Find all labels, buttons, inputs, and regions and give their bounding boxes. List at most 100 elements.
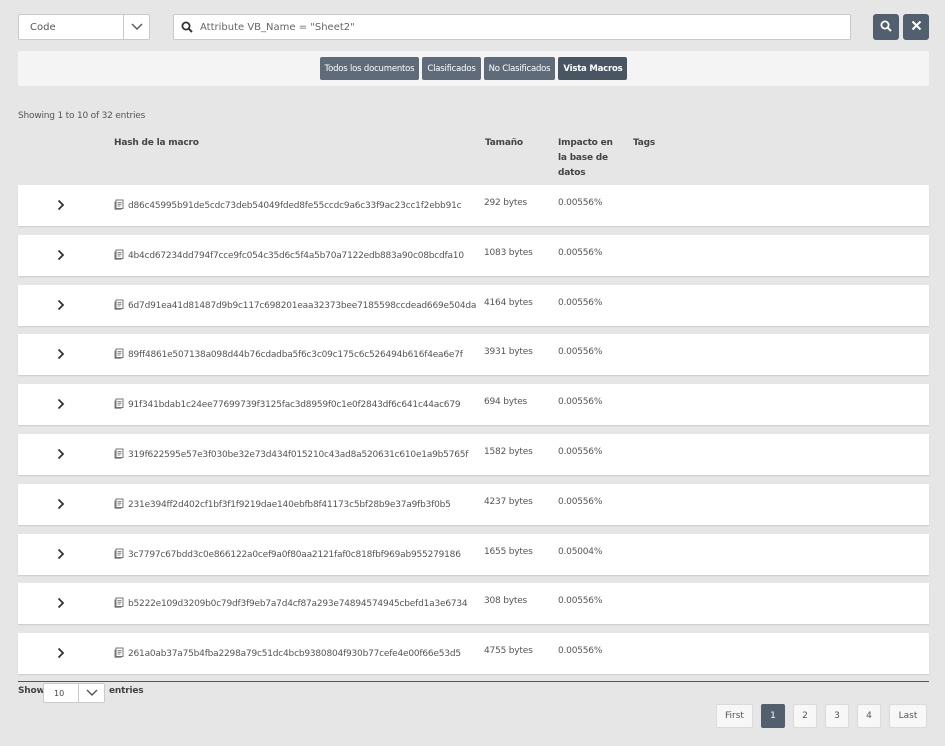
- macro-size: 694 bytes: [484, 397, 528, 407]
- page-last-button[interactable]: Last: [889, 704, 927, 728]
- page-first-button[interactable]: First: [716, 704, 753, 728]
- table-row[interactable]: 319f622595e57e3f030be32e73d434f015210c43…: [18, 434, 929, 475]
- macro-size: 308 bytes: [484, 596, 528, 606]
- table-info: Showing 1 to 10 of 32 entries: [18, 111, 146, 121]
- macro-hash[interactable]: b5222e109d3209b0c79df3f9eb7a7d4cf87a293e…: [114, 597, 468, 611]
- table-row[interactable]: 6d7d91ea41d81487d9b9c117c698201eaa32373b…: [18, 285, 929, 326]
- search-button[interactable]: [873, 14, 899, 40]
- macro-hash[interactable]: 4b4cd67234dd794f7cce9fc054c35d6c5f4a5b70…: [114, 249, 464, 263]
- entries-label: entries: [109, 686, 144, 696]
- document-icon: [114, 647, 125, 661]
- chevron-right-icon[interactable]: [54, 496, 68, 512]
- macro-impact: 0.00556%: [558, 198, 603, 208]
- table-row[interactable]: 231e394ff2d402cf1bf3f1f9219dae140ebfb8f4…: [18, 484, 929, 525]
- macro-hash-text: 4b4cd67234dd794f7cce9fc054c35d6c5f4a5b70…: [128, 251, 464, 261]
- macro-impact: 0.00556%: [558, 248, 603, 258]
- search-type-value: Code: [30, 21, 56, 33]
- table-row[interactable]: b5222e109d3209b0c79df3f9eb7a7d4cf87a293e…: [18, 583, 929, 624]
- macro-hash-text: b5222e109d3209b0c79df3f9eb7a7d4cf87a293e…: [128, 599, 468, 609]
- macro-hash[interactable]: 231e394ff2d402cf1bf3f1f9219dae140ebfb8f4…: [114, 498, 451, 512]
- table-row[interactable]: 4b4cd67234dd794f7cce9fc054c35d6c5f4a5b70…: [18, 235, 929, 276]
- clear-search-button[interactable]: [903, 14, 929, 40]
- view-filter-bar: Todos los documentos Clasificados No Cla…: [18, 51, 929, 86]
- document-icon: [114, 597, 125, 611]
- macro-hash[interactable]: d86c45995b91de5cdc73deb54049fded8fe55ccd…: [114, 199, 462, 213]
- macro-size: 4164 bytes: [484, 298, 533, 308]
- page-3-button[interactable]: 3: [825, 704, 849, 728]
- macro-impact: 0.00556%: [558, 347, 603, 357]
- page-1-button[interactable]: 1: [761, 704, 785, 728]
- document-icon: [114, 348, 125, 362]
- chevron-right-icon[interactable]: [54, 247, 68, 263]
- macro-size: 4755 bytes: [484, 646, 533, 656]
- show-label: Show: [18, 686, 45, 696]
- macro-hash[interactable]: 6d7d91ea41d81487d9b9c117c698201eaa32373b…: [114, 299, 476, 313]
- macro-hash[interactable]: 261a0ab37a75b4fba2298a79c51dc4bcb9380804…: [114, 647, 461, 661]
- macro-hash[interactable]: 3c7797c67bdd3c0e866122a0cef9a0f80aa2121f…: [114, 548, 461, 562]
- macro-hash-text: 89ff4861e507138a098d44b76cdadba5f6c3c09c…: [128, 350, 463, 360]
- macro-size: 1083 bytes: [484, 248, 533, 258]
- chevron-right-icon[interactable]: [54, 446, 68, 462]
- macro-size: 3931 bytes: [484, 347, 533, 357]
- document-icon: [114, 448, 125, 462]
- macro-hash-text: 319f622595e57e3f030be32e73d434f015210c43…: [128, 450, 469, 460]
- page-4-button[interactable]: 4: [857, 704, 881, 728]
- document-icon: [114, 199, 125, 213]
- macro-impact: 0.00556%: [558, 447, 603, 457]
- document-icon: [114, 249, 125, 263]
- macro-impact: 0.00556%: [558, 497, 603, 507]
- search-icon: [174, 21, 200, 33]
- chevron-right-icon[interactable]: [54, 396, 68, 412]
- filter-unclassified-button[interactable]: No Clasificados: [483, 57, 556, 80]
- search-field[interactable]: [173, 14, 851, 40]
- column-header-hash[interactable]: Hash de la macro: [114, 136, 199, 151]
- macro-size: 4237 bytes: [484, 497, 533, 507]
- page-length-value: 10: [54, 688, 65, 698]
- macro-impact: 0.05004%: [558, 547, 603, 557]
- table-row[interactable]: 3c7797c67bdd3c0e866122a0cef9a0f80aa2121f…: [18, 534, 929, 575]
- macro-hash-text: d86c45995b91de5cdc73deb54049fded8fe55ccd…: [128, 201, 462, 211]
- filter-macros-view-button[interactable]: Vista Macros: [558, 57, 628, 80]
- chevron-right-icon[interactable]: [54, 546, 68, 562]
- table-divider: [18, 681, 929, 682]
- table-row[interactable]: 89ff4861e507138a098d44b76cdadba5f6c3c09c…: [18, 334, 929, 375]
- macro-impact: 0.00556%: [558, 646, 603, 656]
- document-icon: [114, 548, 125, 562]
- close-icon: [911, 20, 922, 34]
- column-header-size[interactable]: Tamaño: [485, 136, 523, 151]
- chevron-right-icon[interactable]: [54, 346, 68, 362]
- column-header-impact[interactable]: Impacto en la base de datos: [558, 136, 618, 181]
- page-length-select[interactable]: 10: [43, 683, 105, 703]
- search-type-select[interactable]: Code: [18, 14, 150, 40]
- macro-hash-text: 91f341bdab1c24ee77699739f3125fac3d8959f0…: [128, 400, 461, 410]
- page-2-button[interactable]: 2: [793, 704, 817, 728]
- search-icon: [880, 20, 892, 35]
- macro-size: 1582 bytes: [484, 447, 533, 457]
- macro-impact: 0.00556%: [558, 397, 603, 407]
- document-icon: [114, 398, 125, 412]
- search-input[interactable]: [200, 21, 850, 33]
- chevron-right-icon[interactable]: [54, 197, 68, 213]
- chevron-down-icon[interactable]: [78, 684, 104, 702]
- table-row[interactable]: 261a0ab37a75b4fba2298a79c51dc4bcb9380804…: [18, 633, 929, 674]
- macro-size: 292 bytes: [484, 198, 528, 208]
- filter-classified-button[interactable]: Clasificados: [422, 57, 481, 80]
- document-icon: [114, 299, 125, 313]
- macro-impact: 0.00556%: [558, 298, 603, 308]
- table-row[interactable]: 91f341bdab1c24ee77699739f3125fac3d8959f0…: [18, 384, 929, 425]
- chevron-right-icon[interactable]: [54, 645, 68, 661]
- filter-all-documents-button[interactable]: Todos los documentos: [319, 57, 420, 80]
- table-row[interactable]: d86c45995b91de5cdc73deb54049fded8fe55ccd…: [18, 185, 929, 226]
- chevron-right-icon[interactable]: [54, 595, 68, 611]
- macro-hash[interactable]: 89ff4861e507138a098d44b76cdadba5f6c3c09c…: [114, 348, 463, 362]
- column-header-tags[interactable]: Tags: [633, 136, 655, 151]
- macro-hash-text: 261a0ab37a75b4fba2298a79c51dc4bcb9380804…: [128, 649, 461, 659]
- chevron-right-icon[interactable]: [54, 297, 68, 313]
- macro-hash-text: 3c7797c67bdd3c0e866122a0cef9a0f80aa2121f…: [128, 550, 461, 560]
- macro-hash-text: 6d7d91ea41d81487d9b9c117c698201eaa32373b…: [128, 301, 477, 311]
- macro-hash[interactable]: 91f341bdab1c24ee77699739f3125fac3d8959f0…: [114, 398, 461, 412]
- macro-hash-text: 231e394ff2d402cf1bf3f1f9219dae140ebfb8f4…: [128, 500, 451, 510]
- macro-hash[interactable]: 319f622595e57e3f030be32e73d434f015210c43…: [114, 448, 468, 462]
- chevron-down-icon[interactable]: [123, 15, 149, 39]
- macro-size: 1655 bytes: [484, 547, 533, 557]
